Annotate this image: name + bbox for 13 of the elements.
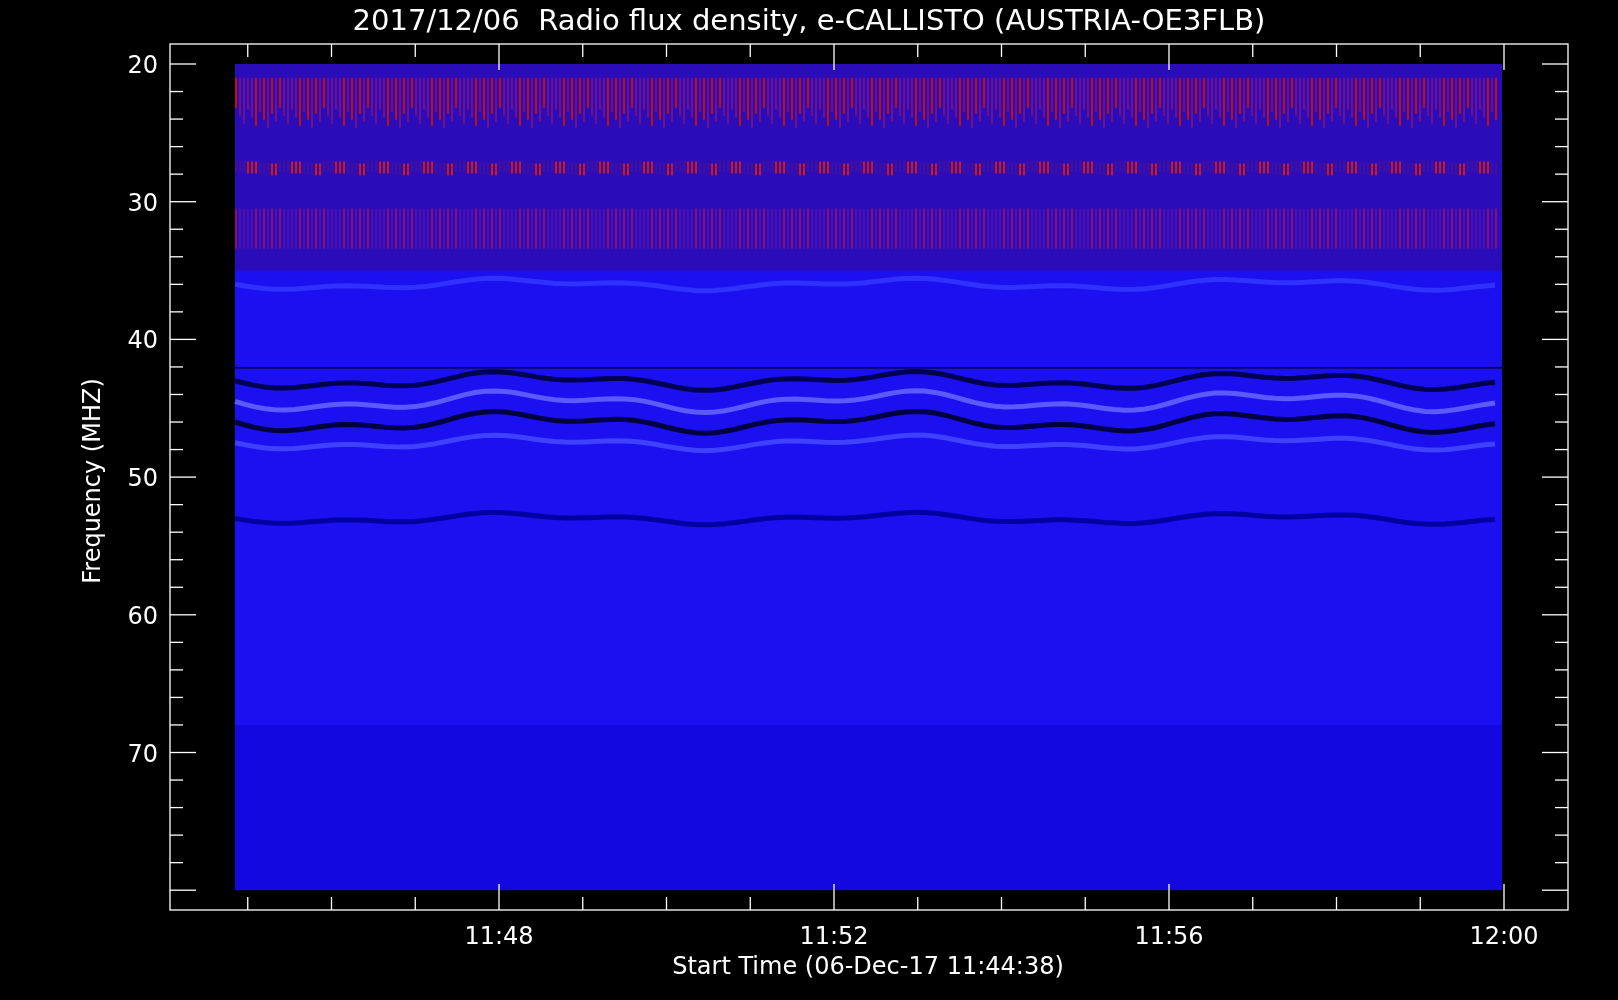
- y-tick-label: 30: [127, 188, 158, 217]
- y-tick-label: 60: [127, 601, 158, 630]
- x-tick-label: 12:00: [1469, 922, 1539, 950]
- y-axis-label: Frequency (MHZ): [78, 378, 106, 584]
- x-tick-label: 11:48: [464, 922, 534, 950]
- chart-title: 2017/12/06 Radio flux density, e-CALLISTO (AUSTRIA-OE3FLB): [352, 3, 1266, 37]
- x-tick-label: 11:56: [1134, 922, 1204, 950]
- y-tick-label: 40: [127, 326, 158, 355]
- x-axis-label: Start Time (06-Dec-17 11:44:38): [672, 952, 1064, 980]
- y-tick-label: 70: [127, 739, 158, 768]
- x-tick-label: 11:52: [799, 922, 869, 950]
- y-tick-label: 50: [127, 464, 158, 493]
- y-tick-label: 20: [127, 51, 158, 79]
